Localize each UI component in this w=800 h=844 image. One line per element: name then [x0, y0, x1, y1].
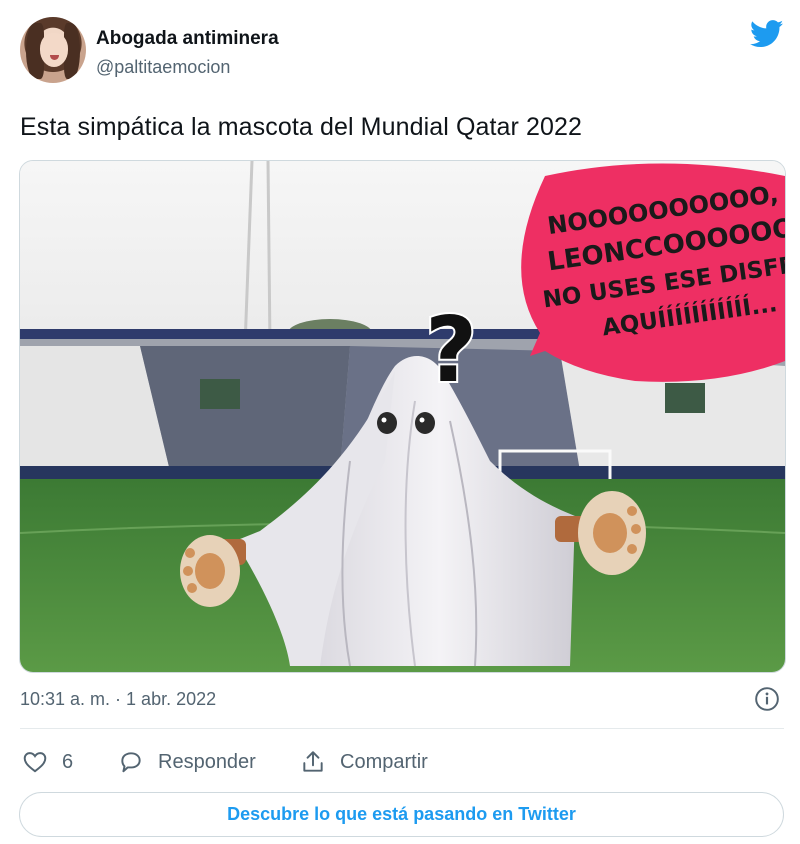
share-label: Compartir	[340, 750, 428, 773]
share-button[interactable]: Compartir	[300, 746, 428, 778]
info-icon[interactable]	[754, 686, 780, 712]
tweet-image[interactable]: ? NOOOOOOOOOO, LEONCCOOOOOOO NO USES ESE…	[19, 160, 786, 673]
tweet-text: Esta simpática la mascota del Mundial Qa…	[20, 113, 583, 141]
author-avatar[interactable]	[20, 17, 86, 83]
like-count: 6	[62, 750, 74, 773]
share-icon	[303, 751, 323, 772]
divider	[20, 728, 784, 729]
reply-bubble-icon	[121, 752, 141, 773]
question-mark: ?	[425, 298, 477, 403]
author-handle[interactable]: @paltitaemocion	[96, 57, 230, 78]
tweet-card: Abogada antiminera @paltitaemocion Esta …	[0, 0, 800, 844]
discover-twitter-button[interactable]: Descubre lo que está pasando en Twitter	[19, 792, 784, 837]
discover-twitter-label: Descubre lo que está pasando en Twitter	[227, 804, 576, 824]
reply-label: Responder	[158, 750, 256, 773]
meme-image-drawing: ? NOOOOOOOOOO, LEONCCOOOOOOO NO USES ESE…	[20, 161, 785, 672]
twitter-bird-icon[interactable]	[750, 20, 784, 48]
like-button[interactable]: 6	[22, 746, 73, 778]
reply-button[interactable]: Responder	[118, 746, 256, 778]
heart-icon	[23, 752, 47, 773]
author-name[interactable]: Abogada antiminera	[96, 28, 279, 50]
tweet-timestamp[interactable]: 10:31 a. m. · 1 abr. 2022	[20, 689, 216, 710]
